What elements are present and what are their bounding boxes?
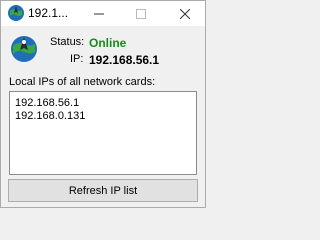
refresh-ip-list-button[interactable]: Refresh IP list (8, 179, 198, 202)
minimize-button[interactable] (79, 1, 119, 26)
maximize-icon (136, 8, 146, 19)
ip-value: 192.168.56.1 (89, 53, 160, 67)
local-ips-caption: Local IPs of all network cards: (9, 76, 156, 88)
title-bar[interactable]: 192.1... (1, 1, 205, 26)
app-window: 192.1... Status: Online IP: 192.168.56.1… (0, 0, 206, 208)
minimize-icon (94, 13, 104, 14)
ip-label: IP: (70, 53, 84, 65)
window-title: 192.1... (28, 6, 69, 20)
close-button[interactable] (165, 1, 205, 26)
status-value: Online (89, 36, 127, 50)
status-label: Status: (50, 36, 85, 48)
local-ips-list[interactable]: 192.168.56.1 192.168.0.131 (9, 91, 197, 175)
list-item[interactable]: 192.168.0.131 (15, 110, 85, 122)
list-item[interactable]: 192.168.56.1 (15, 97, 79, 109)
close-icon (180, 8, 190, 19)
globe-pin-icon (8, 5, 24, 21)
maximize-button[interactable] (121, 1, 161, 26)
globe-pin-icon (11, 36, 37, 62)
